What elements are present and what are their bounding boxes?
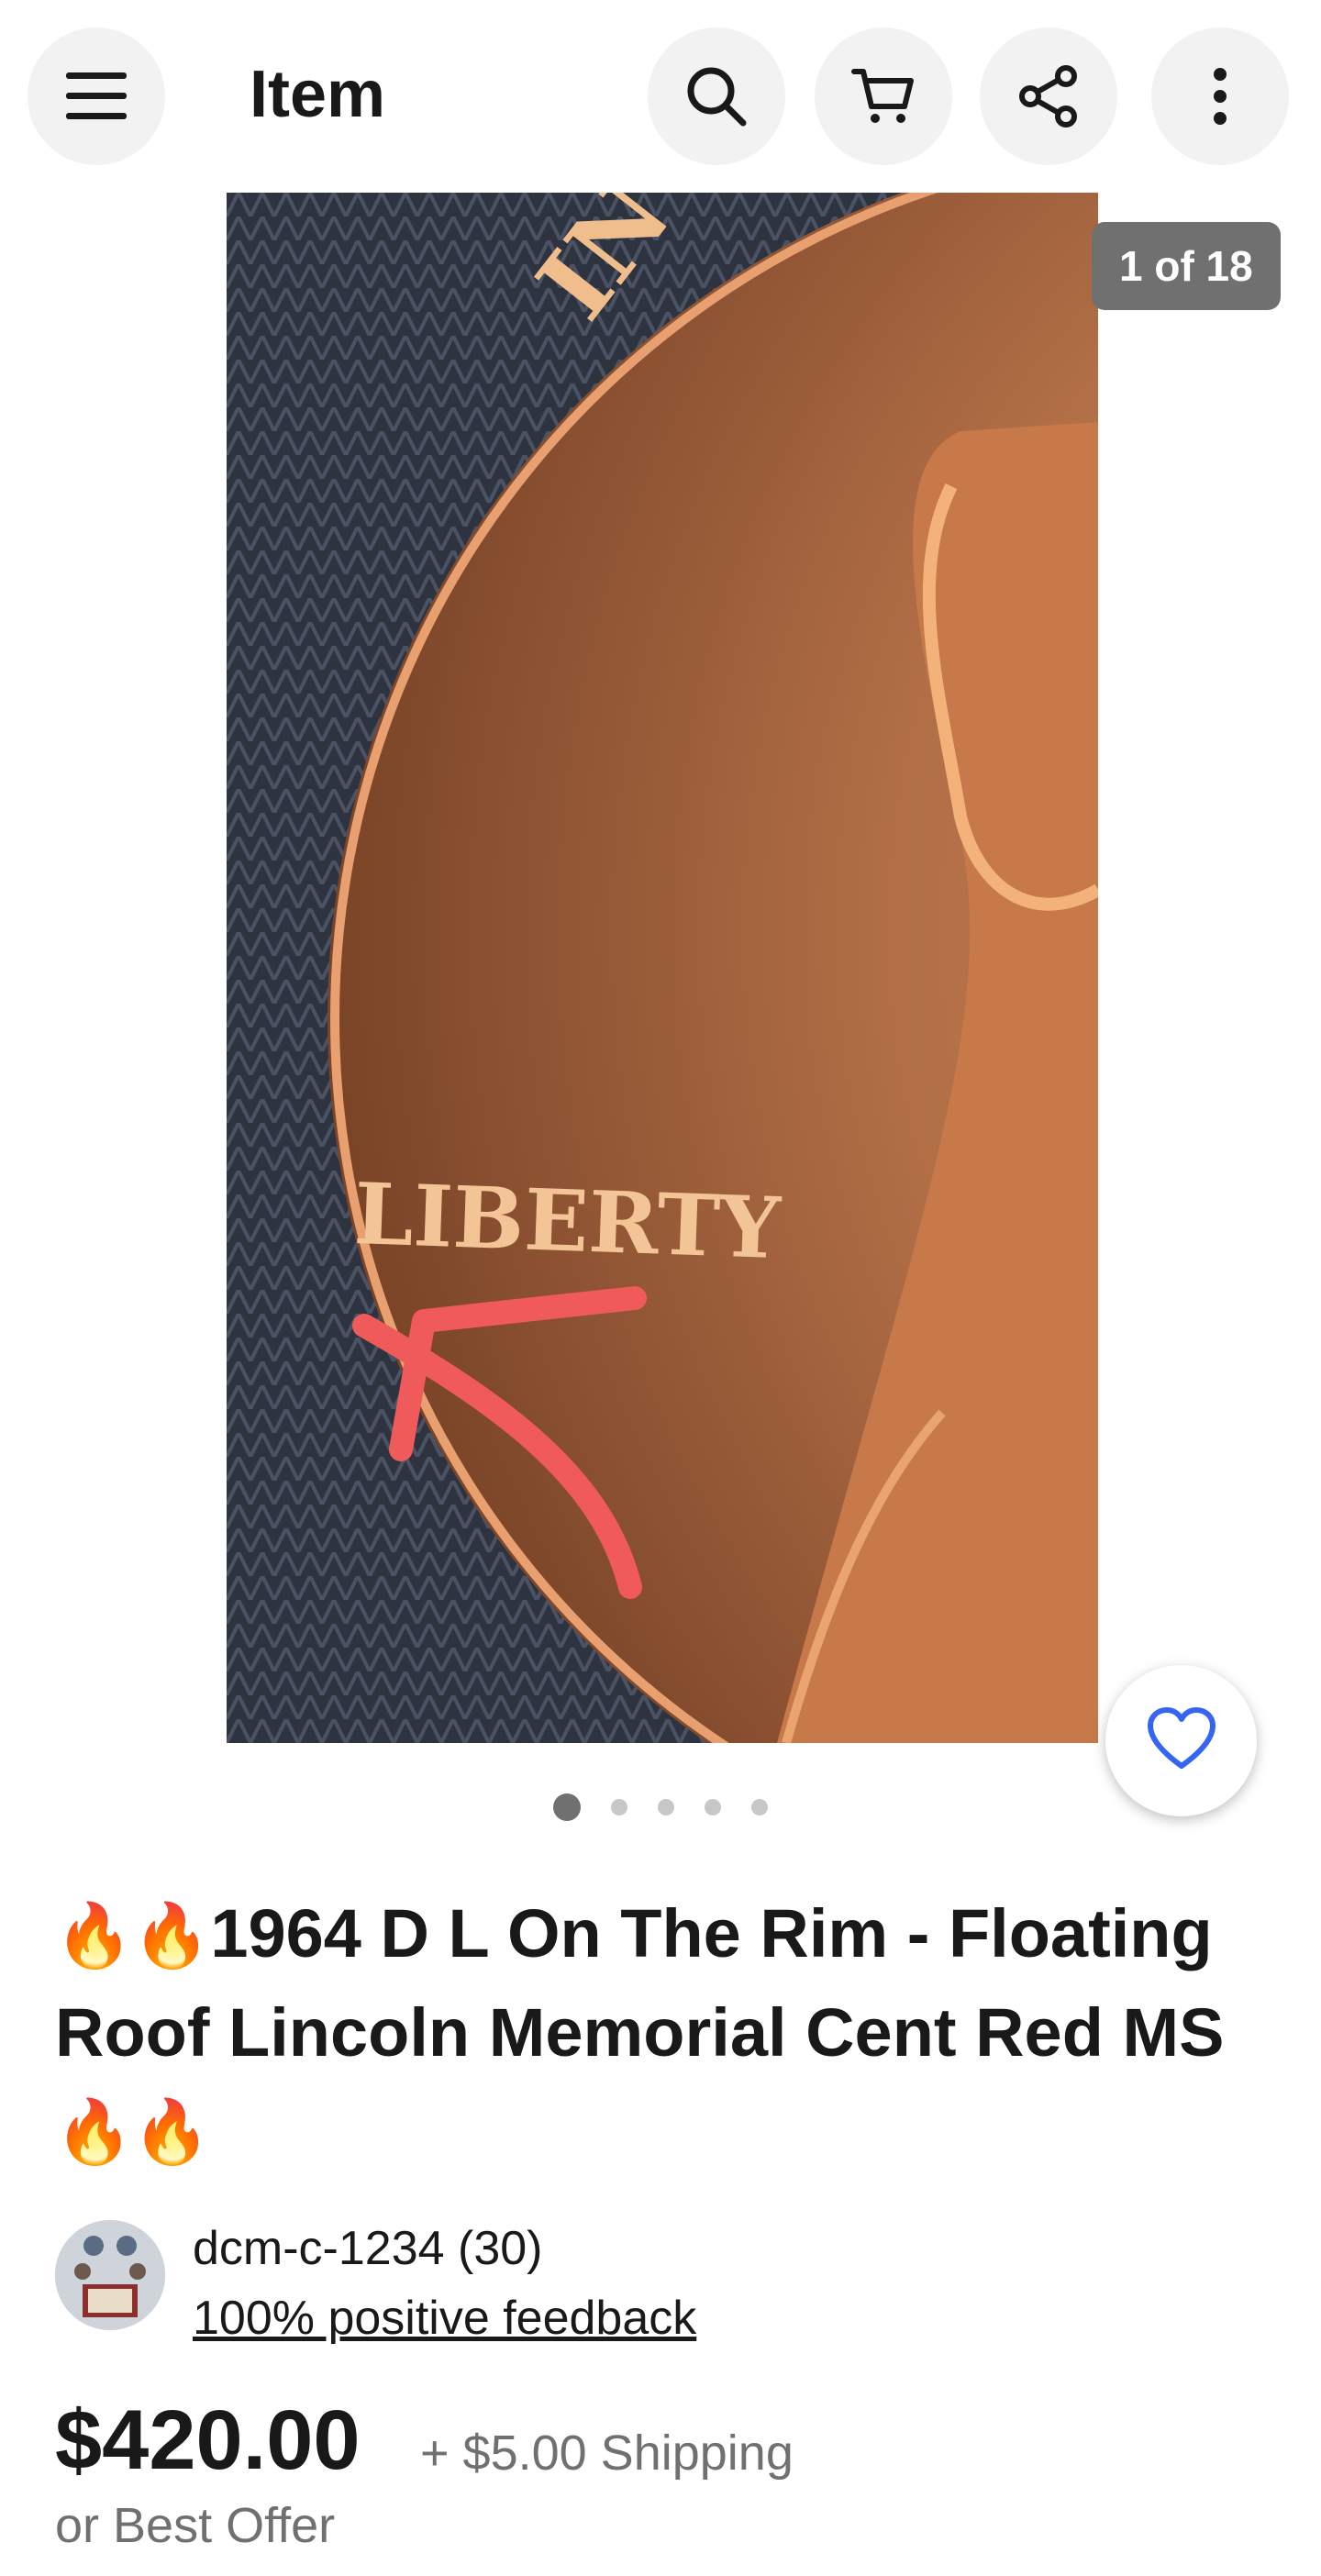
cart-button[interactable] bbox=[815, 28, 952, 165]
listing-title: 🔥🔥1964 D L On The Rim - Floating Roof Li… bbox=[55, 1885, 1275, 2181]
gallery-dot[interactable] bbox=[553, 1793, 581, 1821]
seller-name[interactable]: dcm-c-1234 (30) bbox=[193, 2220, 542, 2277]
page-title: Item bbox=[250, 58, 386, 131]
image-gallery[interactable]: IN GO LIBERTY 1 of 18 bbox=[0, 193, 1321, 1816]
fire-emoji-prefix: 🔥🔥 bbox=[55, 1901, 211, 1971]
avatar[interactable] bbox=[55, 2220, 165, 2330]
heart-icon bbox=[1147, 1707, 1216, 1774]
cart-icon bbox=[851, 66, 916, 127]
share-icon bbox=[1016, 64, 1081, 128]
image-counter-badge: 1 of 18 bbox=[1092, 222, 1281, 310]
shipping-cost: + $5.00 Shipping bbox=[420, 2426, 794, 2481]
search-icon bbox=[684, 64, 749, 128]
price-row: $420.00 + $5.00 Shipping bbox=[55, 2390, 794, 2491]
gallery-dot[interactable] bbox=[611, 1799, 627, 1815]
gallery-dot[interactable] bbox=[658, 1799, 674, 1815]
search-button[interactable] bbox=[648, 28, 785, 165]
seller-info[interactable]: dcm-c-1234 (30) 100% positive feedback bbox=[55, 2220, 1275, 2348]
best-offer-label: or Best Offer bbox=[55, 2498, 336, 2553]
item-photo[interactable]: IN GO LIBERTY bbox=[227, 193, 1098, 1743]
gallery-pagination bbox=[0, 1789, 1321, 1826]
seller-feedback-link[interactable]: 100% positive feedback bbox=[193, 2290, 696, 2347]
top-nav-bar: Item bbox=[0, 0, 1321, 193]
menu-button[interactable] bbox=[28, 28, 165, 165]
listing-title-text: 1964 D L On The Rim - Floating Roof Linc… bbox=[55, 1895, 1225, 2071]
photo-liberty-text: LIBERTY bbox=[352, 1164, 783, 1278]
menu-icon bbox=[66, 71, 127, 122]
gallery-dot[interactable] bbox=[705, 1799, 721, 1815]
gallery-dot[interactable] bbox=[751, 1799, 768, 1815]
item-price: $420.00 bbox=[55, 2393, 361, 2487]
share-button[interactable] bbox=[980, 28, 1117, 165]
fire-emoji-suffix: 🔥🔥 bbox=[55, 2097, 211, 2167]
more-vertical-icon bbox=[1211, 67, 1229, 126]
more-options-button[interactable] bbox=[1151, 28, 1289, 165]
